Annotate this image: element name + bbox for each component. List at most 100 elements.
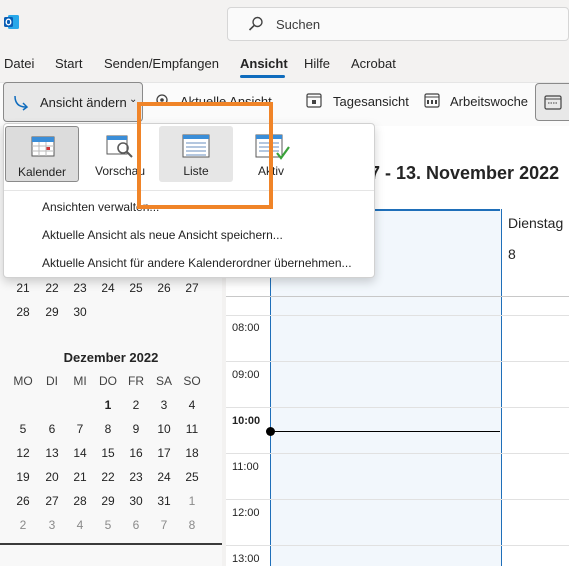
save-view-item[interactable]: Aktuelle Ansicht als neue Ansicht speich… <box>42 228 283 242</box>
weekday-header: SO <box>183 374 201 388</box>
mini-calendar-day[interactable]: 8 <box>178 518 206 532</box>
mini-calendar-day[interactable]: 4 <box>178 398 206 412</box>
mini-calendar-day[interactable]: 7 <box>66 422 94 436</box>
mini-calendar-november: 21 22 23 24 25 26 27 28 29 30 <box>0 276 222 326</box>
mini-calendar-day[interactable]: 30 <box>122 494 150 508</box>
menu-hilfe[interactable]: Hilfe <box>304 56 330 71</box>
view-tile-kalender[interactable]: Kalender <box>5 126 79 182</box>
allday-divider <box>226 296 569 297</box>
hour-line <box>226 453 569 454</box>
mini-calendar-day[interactable]: 21 <box>66 470 94 484</box>
apply-view-item[interactable]: Aktuelle Ansicht für andere Kalenderordn… <box>42 256 352 270</box>
day-header-name: Dienstag <box>508 215 564 231</box>
hour-line <box>226 361 569 362</box>
mini-calendar-day[interactable]: 1 <box>94 398 122 412</box>
day-view-icon <box>306 92 322 111</box>
current-time-line <box>270 431 500 432</box>
time-label: 08:00 <box>232 322 260 334</box>
time-grid[interactable]: 08:00 09:00 10:00 11:00 12:00 13:00 <box>226 306 569 566</box>
mini-calendar-day[interactable]: 26 <box>9 494 37 508</box>
mini-calendar-day[interactable]: 30 <box>66 305 94 319</box>
search-box[interactable]: Suchen <box>227 7 569 41</box>
tile-label: Kalender <box>17 165 67 179</box>
mini-calendar-december: MO DI MI DO FR SA SO 1 2 3 4 5 6 7 8 9 10 11 12 13 14 15 16 17 1… <box>0 372 222 542</box>
mini-calendar-day[interactable]: 17 <box>150 446 178 460</box>
work-week-button[interactable]: Arbeitswoche <box>450 94 528 109</box>
menu-ansicht[interactable]: Ansicht <box>240 56 288 71</box>
mini-calendar-day[interactable]: 23 <box>66 281 94 295</box>
mini-calendar-day[interactable]: 26 <box>150 281 178 295</box>
time-label: 09:00 <box>232 369 260 381</box>
weekday-header: MO <box>13 374 33 388</box>
change-view-label: Ansicht ändern <box>40 95 127 110</box>
mini-calendar-day[interactable]: 16 <box>122 446 150 460</box>
highlight-box <box>137 102 273 209</box>
mini-calendar-title: Dezember 2022 <box>63 350 159 365</box>
mini-calendar-day[interactable]: 24 <box>94 281 122 295</box>
mini-calendar-day[interactable]: 12 <box>9 446 37 460</box>
weekday-header: DO <box>99 374 117 388</box>
week-view-icon <box>544 94 562 113</box>
mini-calendar-day[interactable]: 22 <box>94 470 122 484</box>
mini-calendar-day[interactable]: 31 <box>150 494 178 508</box>
active-tab-indicator <box>240 75 285 78</box>
hour-line <box>226 407 569 408</box>
mini-calendar-day[interactable]: 13 <box>38 446 66 460</box>
weekday-header: FR <box>128 374 144 388</box>
mini-calendar-day[interactable]: 5 <box>94 518 122 532</box>
mini-calendar-day[interactable]: 24 <box>150 470 178 484</box>
mini-calendar-day[interactable]: 22 <box>38 281 66 295</box>
weekday-header: SA <box>155 374 172 388</box>
day-header-date: 8 <box>508 246 516 262</box>
menu-datei[interactable]: Datei <box>4 56 34 71</box>
mini-calendar-day[interactable]: 9 <box>122 422 150 436</box>
mini-calendar-day[interactable]: 8 <box>94 422 122 436</box>
mini-calendar-day[interactable]: 28 <box>9 305 37 319</box>
day-view-button[interactable]: Tagesansicht <box>333 94 409 109</box>
mini-calendar-day[interactable]: 20 <box>38 470 66 484</box>
mini-calendar-day[interactable]: 5 <box>9 422 37 436</box>
mini-calendar-day[interactable]: 27 <box>38 494 66 508</box>
change-view-button[interactable]: Ansicht ändern ⌄ <box>3 82 143 122</box>
mini-calendar-day[interactable]: 25 <box>178 470 206 484</box>
menu-acrobat[interactable]: Acrobat <box>351 56 396 71</box>
mini-calendar-day[interactable]: 6 <box>122 518 150 532</box>
mini-calendar-day[interactable]: 3 <box>38 518 66 532</box>
mini-calendar-day[interactable]: 4 <box>66 518 94 532</box>
work-week-icon <box>424 92 440 111</box>
mini-calendar-day[interactable]: 19 <box>9 470 37 484</box>
mini-calendar-day[interactable]: 7 <box>150 518 178 532</box>
mini-calendar-day[interactable]: 25 <box>122 281 150 295</box>
outlook-app-icon <box>4 14 20 30</box>
mini-calendar-day[interactable]: 28 <box>66 494 94 508</box>
mini-calendar-day[interactable]: 1 <box>178 494 206 508</box>
mini-calendar-day[interactable]: 15 <box>94 446 122 460</box>
mini-calendar-day[interactable]: 29 <box>38 305 66 319</box>
mini-calendar-day[interactable]: 14 <box>66 446 94 460</box>
mini-calendar-day[interactable]: 23 <box>122 470 150 484</box>
week-view-button[interactable] <box>535 83 569 121</box>
search-icon <box>248 16 264 32</box>
time-label: 13:00 <box>232 553 260 565</box>
mini-calendar-day[interactable]: 18 <box>178 446 206 460</box>
mini-calendar-day[interactable]: 21 <box>9 281 37 295</box>
change-view-icon <box>12 93 32 114</box>
mini-calendar-day[interactable]: 3 <box>150 398 178 412</box>
mini-calendar-day[interactable]: 27 <box>178 281 206 295</box>
mini-calendar-day[interactable]: 29 <box>94 494 122 508</box>
pane-divider <box>0 543 222 545</box>
hour-line <box>226 545 569 546</box>
mini-calendar-day[interactable]: 11 <box>178 422 206 436</box>
mini-calendar-day[interactable]: 2 <box>122 398 150 412</box>
menu-senden-empfangen[interactable]: Senden/Empfangen <box>104 56 219 71</box>
search-input[interactable]: Suchen <box>276 17 320 32</box>
preview-icon <box>106 133 134 162</box>
mini-calendar-day[interactable]: 2 <box>9 518 37 532</box>
menu-start[interactable]: Start <box>55 56 82 71</box>
mini-calendar-day[interactable]: 10 <box>150 422 178 436</box>
time-label-current: 10:00 <box>232 415 261 427</box>
weekday-header: DI <box>46 374 58 388</box>
date-range-title: 7 - 13. November 2022 <box>370 163 560 183</box>
time-label: 11:00 <box>232 461 259 473</box>
mini-calendar-day[interactable]: 6 <box>38 422 66 436</box>
